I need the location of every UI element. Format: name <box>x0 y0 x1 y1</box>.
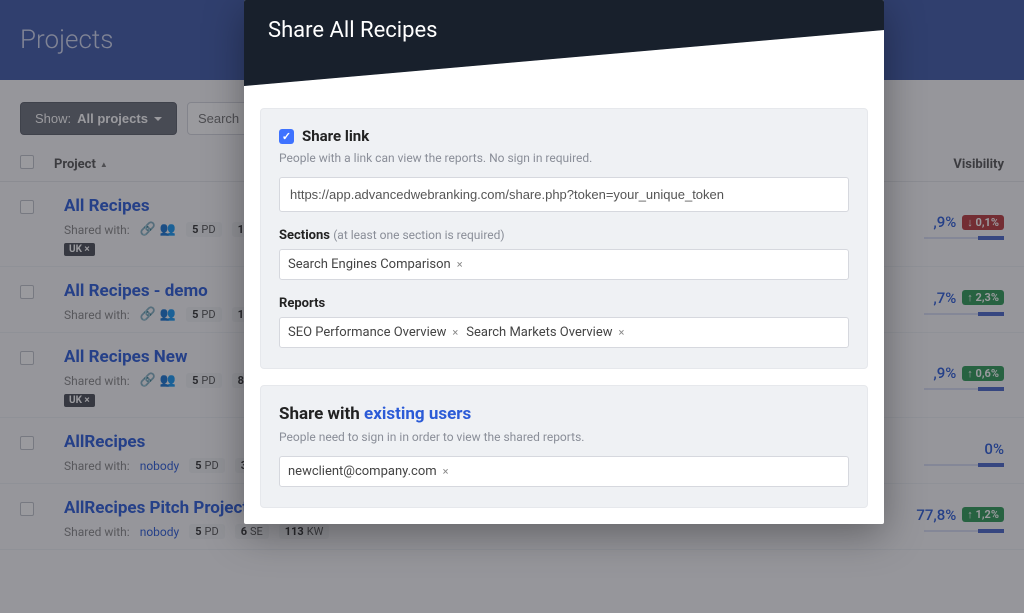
tag-chip: Search Markets Overview× <box>466 325 624 340</box>
share-emails-input[interactable]: newclient@company.com× <box>279 456 849 487</box>
share-users-title: Share with existing users <box>279 404 849 424</box>
remove-tag-icon[interactable]: × <box>457 258 463 271</box>
tag-chip: Search Engines Comparison× <box>288 257 463 272</box>
sections-label: Sections (at least one section is requir… <box>279 228 849 243</box>
modal-header: Share All Recipes <box>244 0 884 100</box>
tag-chip: SEO Performance Overview× <box>288 325 458 340</box>
remove-tag-icon[interactable]: × <box>452 326 458 339</box>
existing-users-link[interactable]: existing users <box>364 404 471 424</box>
remove-tag-icon[interactable]: × <box>443 465 449 478</box>
share-url-input[interactable] <box>279 177 849 212</box>
reports-label: Reports <box>279 296 849 311</box>
share-link-hint: People with a link can view the reports.… <box>279 151 849 165</box>
sections-tag-input[interactable]: Search Engines Comparison× <box>279 249 849 280</box>
share-users-hint: People need to sign in in order to view … <box>279 430 849 444</box>
share-link-checkbox[interactable]: ✓ <box>279 129 294 144</box>
tag-chip: newclient@company.com× <box>288 464 449 479</box>
share-link-label: Share link <box>302 127 369 145</box>
share-users-section: Share with existing users People need to… <box>260 385 868 508</box>
remove-tag-icon[interactable]: × <box>619 326 625 339</box>
modal-title: Share All Recipes <box>268 18 860 43</box>
share-modal: Share All Recipes ✓ Share link People wi… <box>244 0 884 524</box>
share-link-section: ✓ Share link People with a link can view… <box>260 108 868 369</box>
reports-tag-input[interactable]: SEO Performance Overview× Search Markets … <box>279 317 849 348</box>
